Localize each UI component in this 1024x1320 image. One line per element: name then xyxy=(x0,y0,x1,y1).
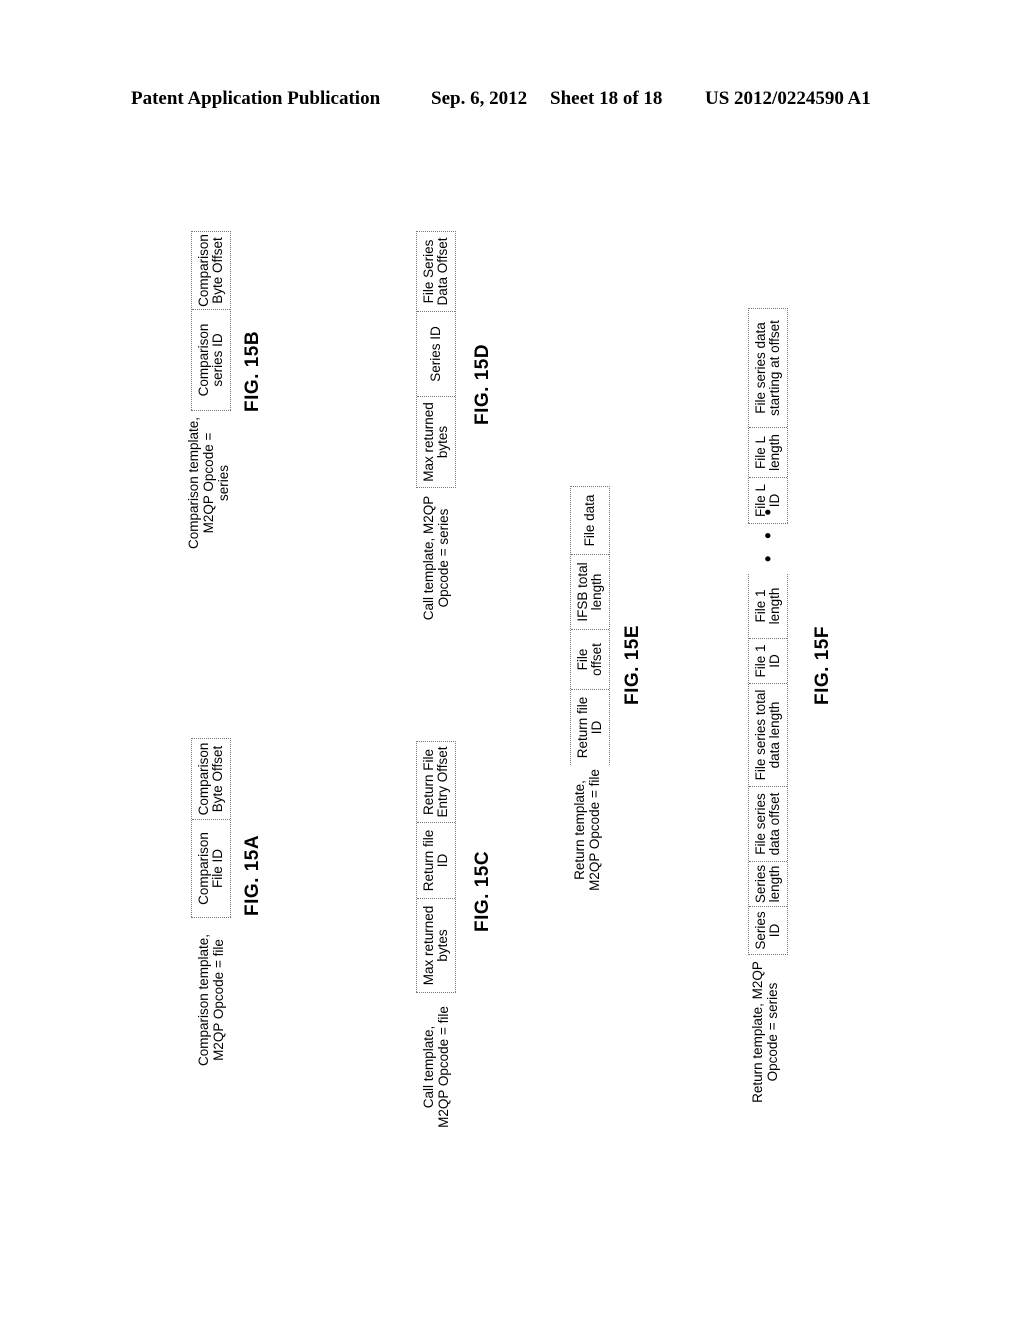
label-line: M2QP Opcode = file xyxy=(587,769,602,891)
fig15d-table: Max returned bytes Series ID File Series D… xyxy=(416,231,456,488)
publication-date: Sep. 6, 2012 xyxy=(431,88,528,109)
page-header: Patent Application Publication Sep. 6, 2… xyxy=(0,88,1024,116)
fig15f-table-part2: File L ID File Llength File series data st… xyxy=(748,308,788,524)
label-line: Comparison template, xyxy=(196,933,211,1067)
label-line: M2QP Opcode = xyxy=(201,432,216,534)
label-line: Call template, xyxy=(421,1025,436,1109)
table-cell: File series total data length xyxy=(749,684,787,787)
table-cell: File Series Data Offset xyxy=(417,232,455,312)
table-cell: File offset xyxy=(571,630,609,690)
fig15a-caption: FIG. 15A xyxy=(242,834,263,916)
fig15f-table-part1: Series ID Series length File series data of… xyxy=(748,574,788,955)
table-cell: Series length xyxy=(749,862,787,907)
table-cell: File series data offset xyxy=(749,787,787,862)
table-cell: File 1 ID xyxy=(749,639,787,684)
table-cell: File L ID xyxy=(753,484,782,518)
fig15a-label: Comparison template, M2QP Opcode = file xyxy=(196,930,226,1070)
table-cell: Comparison series ID xyxy=(196,323,225,397)
label-line: series xyxy=(216,465,231,502)
fig15f-label: Return template, M2QP Opcode = series xyxy=(750,952,780,1112)
table-cell: Return file ID xyxy=(417,823,455,899)
label-line: Opcode = series xyxy=(765,982,780,1082)
label-line: Return template, xyxy=(572,780,587,880)
label-line: Return template, M2QP xyxy=(750,961,765,1103)
table-cell: Series ID xyxy=(417,312,455,397)
fig15d-caption: FIG. 15D xyxy=(472,343,493,425)
label-line: Comparison template, xyxy=(186,416,201,550)
label-line: M2QP Opcode = file xyxy=(211,939,226,1061)
publication-title: Patent Application Publication xyxy=(131,88,381,109)
fig15a-table: Comparison File ID Comparison Byte Offset xyxy=(191,738,231,918)
table-cell: Comparison Byte Offset xyxy=(192,739,230,820)
table-cell: IFSB total length xyxy=(571,555,609,630)
fig15d-label: Call template, M2QP Opcode = series xyxy=(421,488,451,628)
label-line: Call template, M2QP xyxy=(421,495,436,621)
label-line: Opcode = series xyxy=(436,508,451,608)
fig15c-caption: FIG. 15C xyxy=(472,850,493,932)
fig15b-label: Comparison template, M2QP Opcode = serie… xyxy=(186,408,231,558)
fig15e-label: Return template, M2QP Opcode = file xyxy=(572,760,602,900)
patent-number: US 2012/0224590 A1 xyxy=(705,88,871,109)
fig15c-table: Max returned bytes Return file ID Return F… xyxy=(416,741,456,993)
fig15e-table: Return file ID File offset IFSB total lengt… xyxy=(570,486,610,765)
sheet-number: Sheet 18 of 18 xyxy=(550,88,663,109)
fig15f-caption: FIG. 15F xyxy=(812,626,833,705)
table-cell: File data xyxy=(571,487,609,555)
table-cell: File 1 length xyxy=(749,574,787,639)
table-cell: Series ID xyxy=(753,911,782,950)
table-cell: Comparison Byte Offset xyxy=(192,232,230,310)
table-cell: Comparison File ID xyxy=(196,832,225,905)
table-cell: Max returned bytes xyxy=(421,905,450,986)
fig15c-label: Call template, M2QP Opcode = file xyxy=(421,997,451,1137)
table-cell: Max returned bytes xyxy=(421,402,450,482)
table-cell: File Llength xyxy=(749,428,787,478)
table-cell: File series data starting at offset xyxy=(749,309,787,428)
label-line: M2QP Opcode = file xyxy=(436,1006,451,1128)
fig15e-caption: FIG. 15E xyxy=(622,624,643,705)
fig15b-table: Comparison series ID Comparison Byte Offse… xyxy=(191,231,231,411)
table-cell: Return file ID xyxy=(575,696,604,759)
table-cell: Return File Entry Offset xyxy=(417,742,455,823)
fig15b-caption: FIG. 15B xyxy=(242,330,263,412)
